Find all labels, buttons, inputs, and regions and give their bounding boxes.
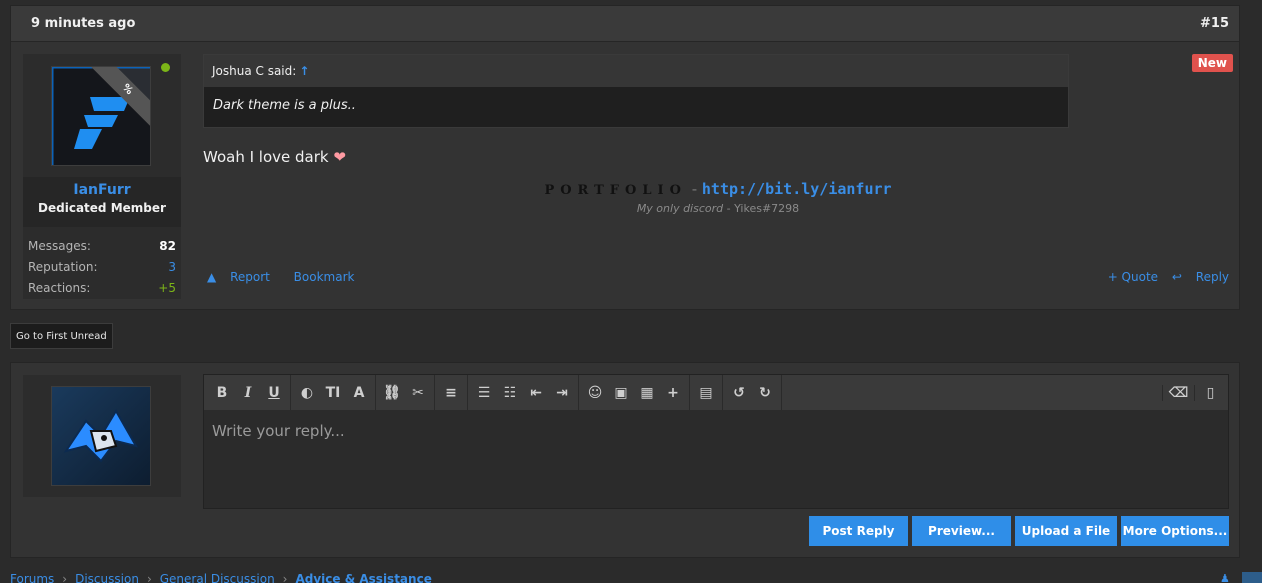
font-family-icon[interactable]: A: [346, 385, 372, 401]
signature-discord-value: - Yikes#7298: [726, 202, 800, 215]
warning-icon: ▲: [207, 270, 217, 284]
avatar-logo-icon: [52, 67, 150, 165]
underline-icon[interactable]: U: [261, 385, 287, 401]
numbered-list-icon[interactable]: ☷: [497, 385, 523, 401]
reply-buttons: Post Reply Preview... Upload a File More…: [809, 516, 1229, 546]
quick-reply: B I U ◐ TI A ⛓ ✂ ≡ ☰ ☷ ⇤ ⇥ ☺ ▣ ▦ + ▤ ↺ ↻…: [10, 362, 1240, 558]
undo-icon[interactable]: ↺: [726, 385, 752, 401]
breadcrumb-general-discussion[interactable]: General Discussion: [160, 572, 275, 583]
quote-jump-arrow-icon[interactable]: ↑: [299, 64, 309, 78]
signature-link[interactable]: http://bit.ly/ianfurr: [702, 180, 892, 198]
post-message: 9 minutes ago #15 % IanFurr Dedicated Me…: [10, 5, 1240, 310]
user-name-block: IanFurr Dedicated Member: [23, 177, 181, 227]
new-badge: New: [1191, 54, 1233, 72]
bullet-list-icon[interactable]: ☰: [471, 385, 497, 401]
message-body: Woah I love dark ❤: [203, 148, 1233, 166]
online-indicator-icon: [161, 63, 170, 72]
reply-button[interactable]: ↩ Reply: [1172, 270, 1233, 284]
quote-button[interactable]: + Quote: [1108, 270, 1158, 284]
breadcrumb-separator: ›: [146, 572, 152, 583]
italic-icon[interactable]: I: [235, 385, 261, 401]
quote-block: Joshua C said: ↑ Dark theme is a plus..: [203, 54, 1069, 128]
signature: PORTFOLIO - http://bit.ly/ianfurr My onl…: [203, 180, 1233, 215]
stat-reputation: Reputation: 3: [28, 259, 176, 274]
editor-toolbar: B I U ◐ TI A ⛓ ✂ ≡ ☰ ☷ ⇤ ⇥ ☺ ▣ ▦ + ▤ ↺ ↻…: [204, 375, 1228, 410]
breadcrumb-forums[interactable]: Forums: [10, 572, 54, 583]
insert-more-icon[interactable]: +: [660, 385, 686, 401]
indent-icon[interactable]: ⇥: [549, 385, 575, 401]
outdent-icon[interactable]: ⇤: [523, 385, 549, 401]
toggle-bbcode-icon[interactable]: ▯: [1194, 384, 1226, 401]
quote-author: Joshua C said:: [212, 64, 297, 78]
signature-dash: -: [691, 180, 698, 198]
unlink-icon[interactable]: ✂: [405, 385, 431, 401]
post-reply-button[interactable]: Post Reply: [809, 516, 908, 546]
smilie-icon[interactable]: ☺: [582, 385, 608, 401]
user-stats: Messages: 82 Reputation: 3 Reactions: +5: [28, 235, 176, 298]
redo-icon[interactable]: ↻: [752, 385, 778, 401]
post-time[interactable]: 9 minutes ago: [31, 16, 135, 31]
remove-formatting-icon[interactable]: ⌫: [1162, 384, 1194, 401]
breadcrumb-separator: ›: [282, 572, 288, 583]
scroll-top-button[interactable]: [1242, 572, 1262, 583]
signature-discord-label: My only discord: [636, 202, 724, 215]
upload-file-button[interactable]: Upload a File: [1015, 516, 1117, 546]
go-to-first-unread-button[interactable]: Go to First Unread: [10, 323, 113, 349]
more-options-button[interactable]: More Options...: [1121, 516, 1229, 546]
user-title: Dedicated Member: [38, 201, 166, 215]
username-link[interactable]: IanFurr: [23, 182, 181, 198]
user-cell: % IanFurr Dedicated Member Messages: 82 …: [23, 54, 181, 299]
post-content: New Joshua C said: ↑ Dark theme is a plu…: [203, 54, 1233, 284]
link-icon[interactable]: ⛓: [379, 385, 405, 401]
breadcrumb-discussion[interactable]: Discussion: [75, 572, 139, 583]
post-actions: ▲ Report Bookmark + Quote ↩ Reply: [207, 270, 1237, 284]
message-text: Woah I love dark: [203, 148, 329, 166]
reply-textarea[interactable]: Write your reply...: [204, 410, 1228, 452]
avatar-creature-icon: [63, 409, 139, 463]
font-size-icon[interactable]: TI: [320, 385, 346, 401]
bold-icon[interactable]: B: [209, 385, 235, 401]
post-number[interactable]: #15: [1200, 16, 1229, 31]
media-icon[interactable]: ▦: [634, 385, 660, 401]
avatar[interactable]: %: [51, 66, 151, 166]
breadcrumb: Forums › Discussion › General Discussion…: [10, 572, 432, 583]
report-button[interactable]: ▲ Report: [207, 270, 280, 284]
stat-messages: Messages: 82: [28, 238, 176, 253]
quote-header: Joshua C said: ↑: [204, 55, 1068, 87]
quote-text: Dark theme is a plus..: [213, 98, 356, 113]
bookmark-button[interactable]: Bookmark: [294, 270, 355, 284]
image-icon[interactable]: ▣: [608, 385, 634, 401]
stat-reactions: Reactions: +5: [28, 280, 176, 295]
text-color-icon[interactable]: ◐: [294, 385, 320, 401]
reply-avatar[interactable]: [51, 386, 151, 486]
page: 9 minutes ago #15 % IanFurr Dedicated Me…: [0, 0, 1262, 583]
post-header: 9 minutes ago #15: [11, 6, 1239, 42]
sitemap-icon[interactable]: ♟: [1220, 572, 1230, 583]
align-icon[interactable]: ≡: [438, 385, 464, 401]
breadcrumb-advice-assistance[interactable]: Advice & Assistance: [295, 572, 431, 583]
save-draft-icon[interactable]: ▤: [693, 385, 719, 401]
breadcrumb-separator: ›: [62, 572, 68, 583]
heart-icon: ❤: [333, 148, 346, 166]
reply-arrow-icon: ↩: [1171, 270, 1182, 284]
preview-button[interactable]: Preview...: [912, 516, 1011, 546]
signature-portfolio: PORTFOLIO: [544, 183, 687, 198]
reply-editor: B I U ◐ TI A ⛓ ✂ ≡ ☰ ☷ ⇤ ⇥ ☺ ▣ ▦ + ▤ ↺ ↻…: [203, 374, 1229, 509]
reply-avatar-cell: [23, 375, 181, 497]
